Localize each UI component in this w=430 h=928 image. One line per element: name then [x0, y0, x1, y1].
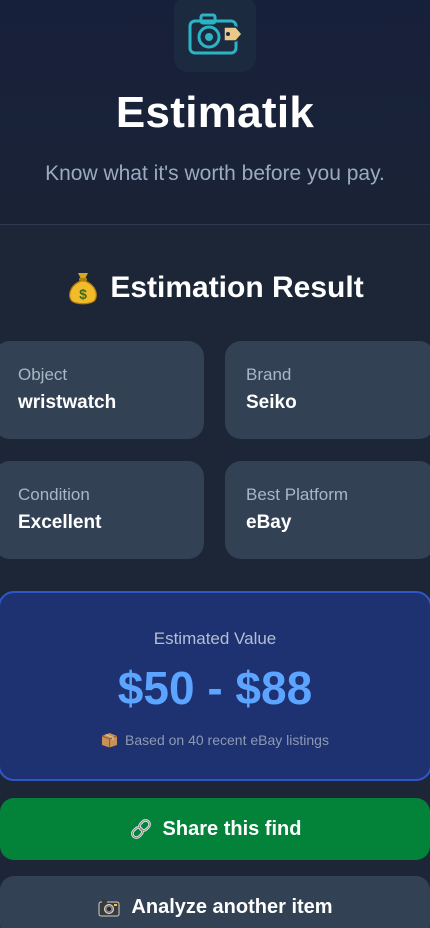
- estimate-note: Based on 40 recent eBay listings: [0, 732, 430, 748]
- share-button-label: Share this find: [162, 817, 302, 840]
- object-card: Object wristwatch: [0, 341, 204, 439]
- platform-value: eBay: [246, 512, 292, 533]
- condition-card: Condition Excellent: [0, 461, 204, 559]
- estimate-value: $50 - $88: [117, 662, 313, 714]
- platform-card: Best Platform eBay: [225, 461, 430, 559]
- object-value: wristwatch: [18, 392, 117, 413]
- camera-icon: [98, 899, 120, 917]
- brand-card: Brand Seiko: [225, 341, 430, 439]
- section-title: $ Estimation Result: [0, 269, 430, 307]
- object-label: Object: [18, 365, 68, 384]
- share-button[interactable]: Share this find: [0, 798, 430, 860]
- analyze-button-label: Analyze another item: [131, 895, 333, 918]
- svg-text:$: $: [79, 286, 87, 302]
- money-bag-icon: $: [69, 273, 98, 305]
- estimate-note-text: Based on 40 recent eBay listings: [125, 732, 329, 748]
- app-header: Estimatik Know what it's worth before yo…: [0, 0, 430, 225]
- analyze-another-button[interactable]: Analyze another item: [0, 876, 430, 928]
- condition-value: Excellent: [18, 512, 102, 533]
- app-tagline: Know what it's worth before you pay.: [45, 162, 385, 185]
- brand-label: Brand: [246, 365, 292, 384]
- link-icon: [130, 819, 151, 839]
- page: Estimatik Know what it's worth before yo…: [0, 0, 430, 928]
- condition-label: Condition: [18, 485, 90, 504]
- section-title-text: Estimation Result: [110, 271, 364, 304]
- app-title: Estimatik: [115, 88, 315, 137]
- brand-value: Seiko: [246, 392, 297, 413]
- app-logo: [174, 0, 256, 72]
- camera-price-tag-icon: [188, 13, 243, 55]
- package-icon: [101, 733, 118, 748]
- estimate-panel: Estimated Value $50 - $88 Based on 40 re…: [0, 591, 430, 781]
- platform-label: Best Platform: [246, 485, 349, 504]
- estimate-label: Estimated Value: [153, 629, 277, 648]
